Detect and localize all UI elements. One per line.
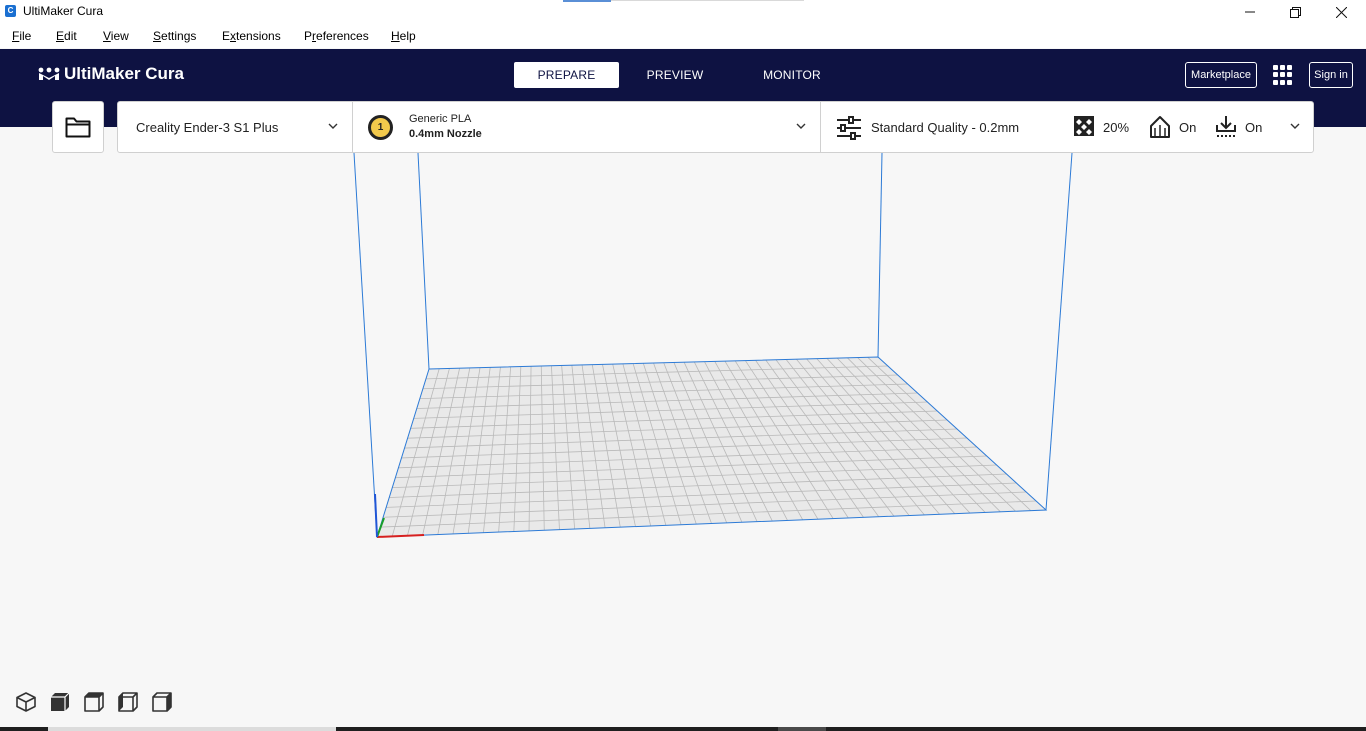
menu-extensions-label: tensions — [236, 29, 281, 43]
menu-settings-label: ettings — [161, 29, 197, 43]
marketplace-button[interactable]: Marketplace — [1185, 62, 1257, 88]
menu-help-label: elp — [399, 29, 416, 43]
menu-edit[interactable]: Edit — [56, 29, 77, 43]
logo-text: UltiMaker Cura — [64, 64, 184, 83]
cura-app-icon: C — [5, 5, 16, 17]
view-front-button[interactable] — [48, 690, 72, 714]
menu-file-label: ile — [19, 29, 32, 43]
view-3d-button[interactable] — [14, 690, 38, 714]
menu-edit-label: dit — [64, 29, 77, 43]
view-top-button[interactable] — [82, 690, 106, 714]
menu-view[interactable]: View — [103, 29, 129, 43]
menu-extensions[interactable]: Extensions — [222, 29, 281, 43]
menu-extensions-pre: E — [222, 29, 231, 43]
tab-prepare[interactable]: PREPARE — [514, 62, 619, 88]
tab-monitor[interactable]: MONITOR — [731, 62, 853, 88]
z-axis-indicator — [374, 493, 378, 538]
tab-preview[interactable]: PREVIEW — [619, 62, 731, 88]
ultimaker-logo: UltiMaker Cura — [38, 64, 184, 84]
applications-grid-icon[interactable] — [1273, 65, 1293, 85]
view-right-button[interactable] — [150, 690, 174, 714]
left-view-icon — [118, 692, 138, 712]
top-view-icon — [84, 692, 104, 712]
camera-view-buttons — [14, 690, 174, 714]
close-icon — [1335, 6, 1347, 18]
menu-preferences[interactable]: Preferences — [304, 29, 369, 43]
menu-bar: File Edit View Settings Extensions Prefe… — [0, 24, 1366, 48]
menu-preferences-pre: P — [304, 29, 313, 43]
minimize-button[interactable] — [1227, 0, 1273, 24]
right-view-icon — [152, 692, 172, 712]
menu-view-label: iew — [110, 29, 129, 43]
close-button[interactable] — [1318, 0, 1364, 24]
sign-in-button[interactable]: Sign in — [1309, 62, 1353, 88]
menu-settings-mnemonic: S — [153, 29, 162, 43]
menu-view-mnemonic: V — [103, 29, 111, 43]
taskbar-indicator-track — [611, 0, 804, 1]
window-title: UltiMaker Cura — [23, 4, 104, 18]
stage-tabs: PREPARE PREVIEW MONITOR — [514, 62, 853, 88]
taskbar-edge — [0, 727, 1366, 731]
title-bar: C UltiMaker Cura — [0, 0, 1366, 24]
menu-edit-mnemonic: E — [56, 29, 65, 43]
front-view-icon — [51, 692, 70, 711]
ultimaker-logo-icon — [38, 67, 60, 80]
menu-help[interactable]: Help — [391, 29, 416, 43]
build-volume-viewport[interactable] — [0, 127, 1366, 727]
menu-help-mnemonic: H — [391, 29, 400, 43]
menu-file[interactable]: File — [12, 29, 31, 43]
view-left-button[interactable] — [116, 690, 140, 714]
material-name: Generic PLA — [409, 113, 472, 125]
minimize-icon — [1245, 11, 1255, 13]
restore-button[interactable] — [1272, 0, 1318, 24]
menu-settings[interactable]: Settings — [153, 29, 196, 43]
3d-view-icon — [16, 692, 36, 712]
restore-icon — [1289, 6, 1301, 18]
menu-preferences-label: eferences — [316, 29, 369, 43]
taskbar-indicator — [563, 0, 611, 2]
